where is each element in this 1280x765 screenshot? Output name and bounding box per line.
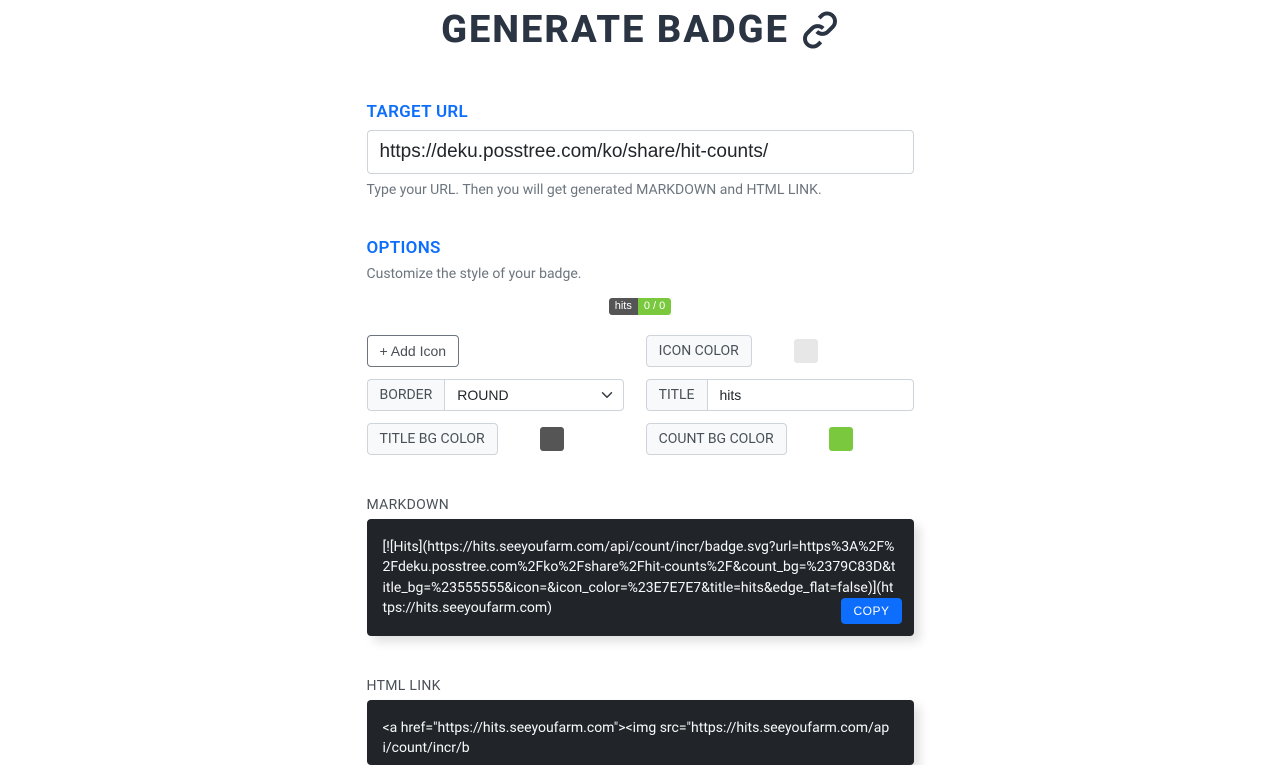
htmllink-output: <a href="https://hits.seeyoufarm.com"><i…: [367, 700, 914, 765]
badge-preview-left: hits: [609, 298, 638, 315]
count-bg-color-swatch[interactable]: [829, 427, 853, 451]
border-select[interactable]: ROUND: [444, 379, 623, 411]
copy-markdown-button[interactable]: COPY: [841, 598, 901, 624]
options-label: OPTIONS: [367, 238, 914, 258]
htmllink-code: <a href="https://hits.seeyoufarm.com"><i…: [383, 720, 890, 756]
markdown-output: [![Hits](https://hits.seeyoufarm.com/api…: [367, 519, 914, 636]
icon-color-swatch[interactable]: [794, 339, 818, 363]
page-title-text: GENERATE BADGE: [441, 8, 789, 52]
add-icon-button[interactable]: + Add Icon: [367, 335, 460, 367]
target-url-helper: Type your URL. Then you will get generat…: [367, 182, 914, 198]
target-url-label: TARGET URL: [367, 102, 914, 122]
link-icon: [801, 11, 839, 49]
title-input[interactable]: [707, 379, 914, 411]
markdown-code: [![Hits](https://hits.seeyoufarm.com/api…: [383, 539, 896, 616]
htmllink-label: HTML LINK: [367, 678, 914, 694]
badge-preview: hits 0 / 0: [367, 294, 914, 315]
markdown-label: MARKDOWN: [367, 497, 914, 513]
count-bg-color-label: COUNT BG COLOR: [646, 423, 787, 455]
options-helper: Customize the style of your badge.: [367, 266, 914, 282]
title-label: TITLE: [646, 379, 707, 411]
page-title: GENERATE BADGE: [441, 8, 839, 52]
badge-preview-right: 0 / 0: [638, 298, 671, 315]
title-bg-color-swatch[interactable]: [540, 427, 564, 451]
title-bg-color-label: TITLE BG COLOR: [367, 423, 498, 455]
icon-color-label: ICON COLOR: [646, 335, 752, 367]
target-url-input[interactable]: [367, 130, 914, 174]
border-label: BORDER: [367, 379, 445, 411]
